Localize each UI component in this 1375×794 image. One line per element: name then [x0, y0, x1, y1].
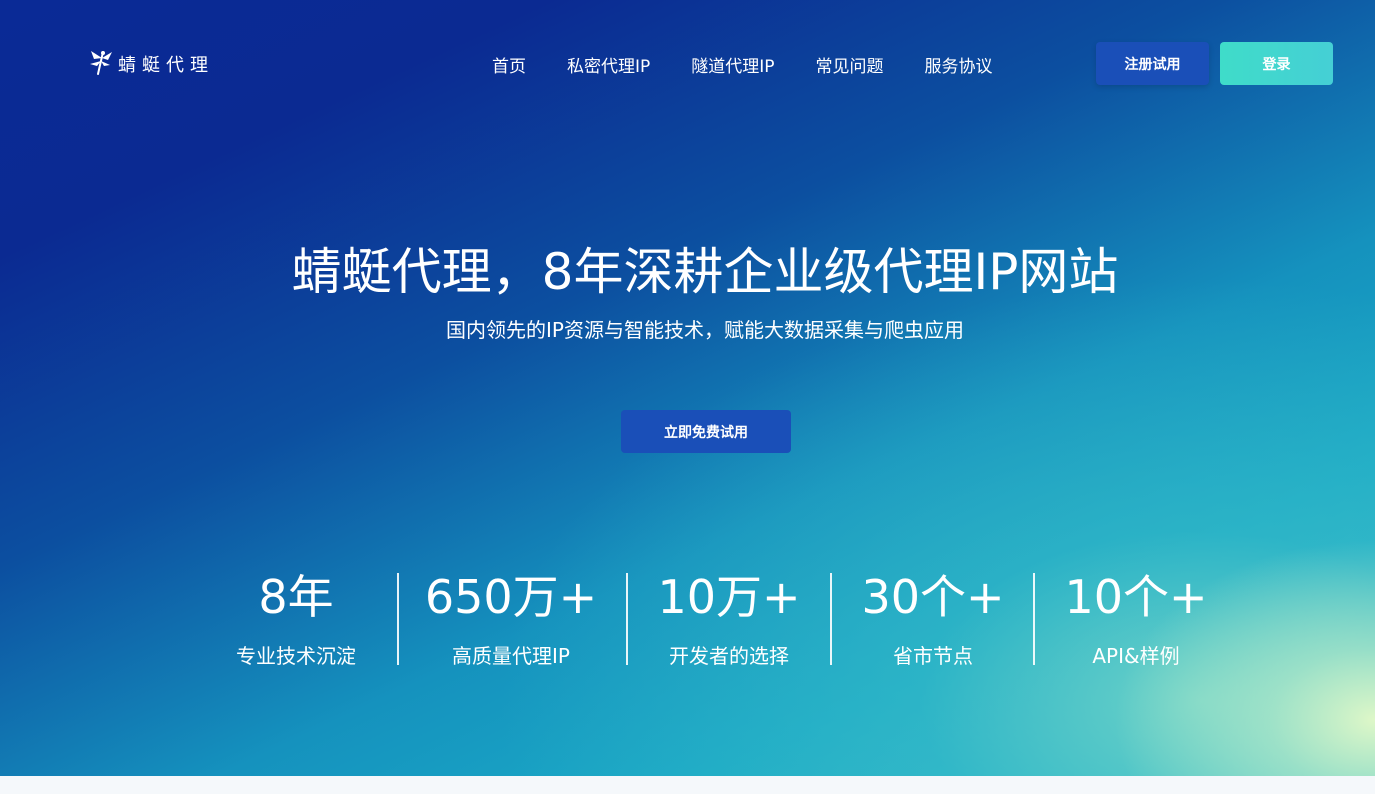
hero-subtitle: 国内领先的IP资源与智能技术，赋能大数据采集与爬虫应用: [446, 318, 964, 342]
stat-item: 8年 专业技术沉淀: [196, 568, 396, 669]
stats-bar: 8年 专业技术沉淀 650万+ 高质量代理IP 10万+ 开发者的选择 30个+…: [0, 568, 1375, 668]
stat-value: 10万+: [657, 570, 801, 624]
stat-label: 高质量代理IP: [452, 644, 570, 668]
site-logo[interactable]: 蜻蜓代理: [88, 48, 214, 80]
stat-label: 专业技术沉淀: [236, 644, 356, 668]
stat-item: 650万+ 高质量代理IP: [411, 568, 611, 669]
register-button[interactable]: 注册试用: [1096, 42, 1209, 85]
stat-label: 开发者的选择: [669, 644, 789, 668]
nav-item-home[interactable]: 首页: [492, 52, 526, 77]
next-section-edge: [0, 776, 1375, 794]
stat-value: 650万+: [424, 570, 598, 624]
main-nav: 首页 私密代理IP 隧道代理IP 常见问题 服务协议: [492, 52, 1034, 77]
stat-divider: [397, 573, 399, 665]
nav-item-tunnel-proxy[interactable]: 隧道代理IP: [691, 52, 774, 77]
stat-divider: [830, 573, 832, 665]
dragonfly-icon: [88, 48, 118, 80]
login-button[interactable]: 登录: [1220, 42, 1333, 85]
stat-label: API&样例: [1092, 644, 1180, 668]
stat-divider: [1033, 573, 1035, 665]
stat-item: 30个+ 省市节点: [833, 568, 1033, 669]
nav-item-private-proxy[interactable]: 私密代理IP: [567, 52, 650, 77]
nav-item-terms[interactable]: 服务协议: [925, 52, 993, 77]
logo-text: 蜻蜓代理: [118, 55, 214, 76]
stat-item: 10个+ API&样例: [1036, 568, 1236, 669]
stat-value: 8年: [258, 570, 334, 624]
stat-divider: [626, 573, 628, 665]
stat-value: 30个+: [861, 570, 1005, 624]
nav-item-faq[interactable]: 常见问题: [816, 52, 884, 77]
free-trial-button[interactable]: 立即免费试用: [621, 410, 791, 453]
hero-title: 蜻蜓代理，8年深耕企业级代理IP网站: [291, 243, 1119, 301]
stat-label: 省市节点: [893, 644, 973, 668]
hero-section: 蜻蜓代理 首页 私密代理IP 隧道代理IP 常见问题 服务协议 注册试用 登录 …: [0, 0, 1375, 776]
stat-item: 10万+ 开发者的选择: [629, 568, 829, 669]
stat-value: 10个+: [1064, 570, 1208, 624]
